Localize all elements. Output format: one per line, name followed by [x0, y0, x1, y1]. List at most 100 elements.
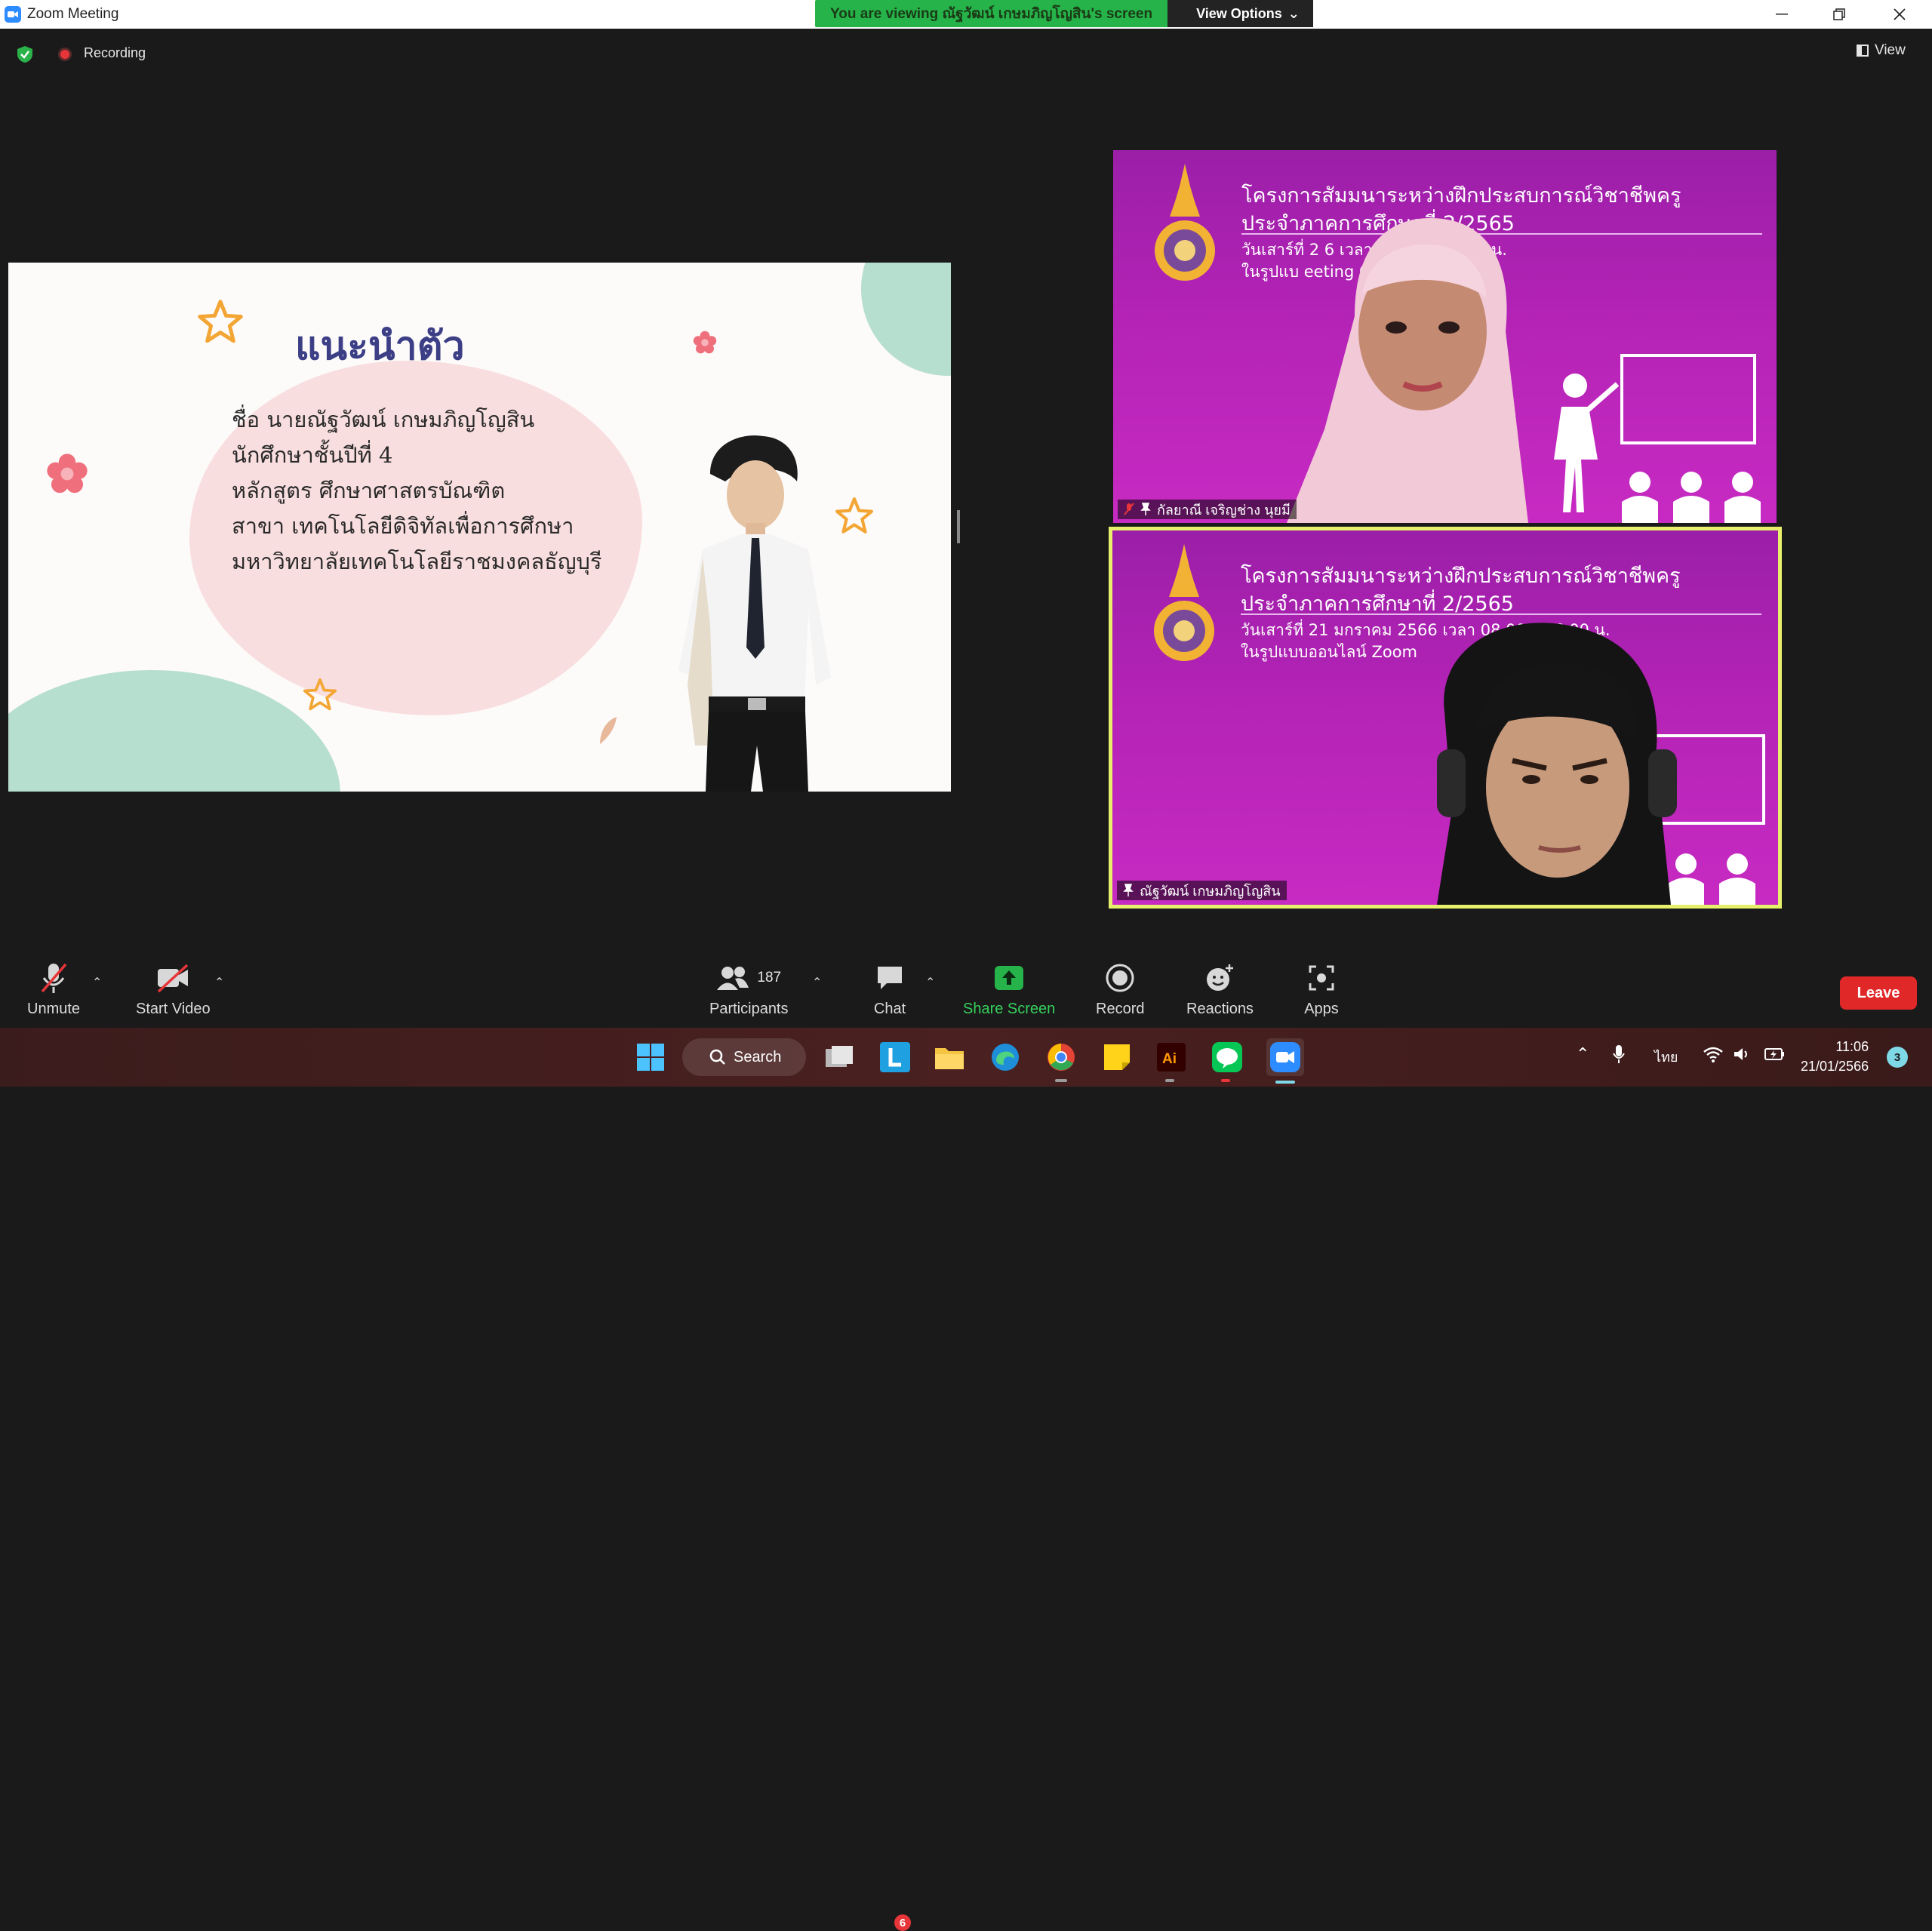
file-explorer-icon[interactable] [933, 1041, 966, 1074]
apps-icon [1303, 960, 1340, 996]
windows-taskbar: Search Ai ⌃ ไทย 11:06 21/01/2566 3 [0, 1028, 1932, 1087]
svg-text:Ai: Ai [1162, 1051, 1177, 1067]
participant-name-tag: ณัฐวัฒน์ เกษมภิญโญสิน [1117, 881, 1287, 900]
screen-share-banner: You are viewing ณัฐวัฒน์ เกษมภิญโญสิน's … [815, 0, 1313, 27]
slide-line: สาขา เทคโนโลยีดิจิทัลเพื่อการศึกษา [232, 513, 574, 539]
slide-line: ชื่อ นายณัฐวัฒน์ เกษมภิญโญสิน [232, 407, 535, 432]
feather-decoration-icon [600, 717, 617, 744]
slide-line: มหาวิทยาลัยเทคโนโลยีราชมงคลธัญบุรี [232, 549, 602, 574]
student-seat-icon [1622, 472, 1658, 523]
chevron-down-icon: ⌄ [1287, 5, 1300, 21]
star-decoration-icon [198, 300, 243, 343]
active-app-indicator [1275, 1081, 1295, 1084]
video-off-icon [155, 960, 191, 996]
close-button[interactable] [1871, 0, 1928, 29]
split-view-resize-handle[interactable] [957, 510, 960, 543]
chat-label: Chat [873, 1001, 906, 1017]
audio-options-chevron-icon[interactable]: ⌃ [92, 975, 102, 990]
share-screen-button[interactable]: Share Screen [963, 960, 1055, 1018]
line-app-icon[interactable] [1211, 1041, 1244, 1074]
view-button[interactable]: View [1857, 42, 1906, 59]
chat-button[interactable]: Chat [872, 960, 908, 1018]
recording-label[interactable]: Recording [84, 45, 146, 61]
edge-browser-icon[interactable] [989, 1041, 1022, 1074]
student-photo [678, 435, 831, 792]
video-tile-active-speaker[interactable]: โครงการสัมมนาระหว่างฝึกประสบการณ์วิชาชีพ… [1109, 527, 1782, 909]
decor-blob-green [861, 263, 951, 376]
record-icon [1102, 960, 1138, 996]
task-view-icon[interactable] [823, 1041, 856, 1074]
taskbar-search-box[interactable]: Search [682, 1038, 806, 1076]
participant-video-feed [1437, 623, 1677, 905]
notification-center-badge[interactable]: 3 [1887, 1047, 1908, 1068]
speaker-view-icon [1857, 45, 1869, 57]
slide-line: นักศึกษาชั้นปีที่ 4 [232, 442, 393, 468]
encryption-shield-icon[interactable] [17, 45, 33, 63]
meeting-controls-bar: Unmute ⌃ Start Video ⌃ 187 Participants … [0, 952, 1932, 1931]
sticky-notes-icon[interactable] [1100, 1041, 1134, 1074]
system-clock[interactable]: 11:06 21/01/2566 [1801, 1037, 1869, 1076]
participants-label: Participants [709, 1001, 789, 1017]
share-screen-icon [991, 960, 1027, 996]
search-icon [709, 1049, 725, 1065]
video-tile-participant[interactable]: โครงการสัมมนาระหว่างฝึกประสบการณ์วิชาชีพ… [1113, 150, 1777, 523]
star-decoration-icon [303, 678, 337, 711]
view-button-label: View [1875, 42, 1906, 58]
input-language-indicator[interactable]: ไทย [1654, 1046, 1678, 1068]
university-emblem-icon [1154, 544, 1214, 661]
start-video-button[interactable]: Start Video [136, 960, 211, 1018]
pin-icon [1140, 503, 1151, 515]
clock-time: 11:06 [1835, 1039, 1869, 1054]
slide-title: แนะนำตัว [295, 324, 465, 369]
participants-options-chevron-icon[interactable]: ⌃ [812, 975, 822, 990]
decor-blob-green [8, 670, 340, 792]
tile-banner-divider [1241, 613, 1761, 615]
running-app-indicator [1221, 1079, 1230, 1082]
title-bar: Zoom Meeting You are viewing ณัฐวัฒน์ เก… [0, 0, 1932, 29]
reactions-button[interactable]: Reactions [1186, 960, 1254, 1018]
participant-name: ณัฐวัฒน์ เกษมภิญโญสิน [1140, 883, 1281, 899]
start-video-label: Start Video [136, 1001, 211, 1017]
microphone-in-use-icon[interactable] [1612, 1044, 1626, 1068]
muted-mic-icon [1124, 503, 1134, 515]
running-app-indicator [1055, 1079, 1067, 1082]
recording-indicator-icon [58, 48, 72, 61]
view-options-label: View Options [1196, 5, 1282, 21]
battery-charging-icon[interactable] [1764, 1046, 1786, 1066]
zoom-logo-icon [5, 6, 21, 23]
university-emblem-icon [1155, 164, 1215, 281]
shared-screen[interactable]: แนะนำตัว ชื่อ นายณัฐวัฒน์ เกษมภิญโญสิน น… [8, 263, 951, 792]
video-options-chevron-icon[interactable]: ⌃ [214, 975, 224, 990]
wifi-icon[interactable] [1703, 1046, 1724, 1066]
unmute-label: Unmute [27, 1001, 81, 1017]
muted-microphone-icon [35, 960, 72, 996]
chrome-browser-icon[interactable] [1044, 1041, 1078, 1074]
viewing-screen-label: You are viewing ณัฐวัฒน์ เกษมภิญโญสิน's … [815, 0, 1168, 27]
unmute-button[interactable]: Unmute [27, 960, 80, 1018]
running-app-indicator [1165, 1079, 1174, 1082]
slide-line: หลักสูตร ศึกษาศาสตรบัณฑิต [232, 478, 506, 503]
chat-options-chevron-icon[interactable]: ⌃ [925, 975, 935, 990]
leave-button[interactable]: Leave [1840, 976, 1917, 1010]
reactions-label: Reactions [1186, 1001, 1254, 1017]
apps-button[interactable]: Apps [1303, 960, 1340, 1018]
student-seat-icon [1724, 472, 1761, 523]
flower-decoration-icon [47, 454, 88, 494]
clock-date: 21/01/2566 [1801, 1059, 1869, 1074]
participants-icon: 187 [711, 960, 786, 996]
app-l-icon[interactable] [878, 1041, 912, 1074]
zoom-app-icon[interactable] [1266, 1038, 1304, 1076]
adobe-illustrator-icon[interactable]: Ai [1155, 1041, 1188, 1074]
restore-button[interactable] [1810, 0, 1868, 29]
record-button[interactable]: Record [1096, 960, 1144, 1018]
volume-icon[interactable] [1733, 1046, 1751, 1066]
tile-banner-subtext: ในรูปแบบออนไลน์ Zoom [1241, 643, 1417, 661]
windows-start-icon[interactable] [634, 1041, 667, 1074]
chat-unread-badge: 6 [894, 1914, 911, 1931]
view-options-button[interactable]: View Options ⌄ [1168, 0, 1313, 27]
show-hidden-icons-chevron-icon[interactable]: ⌃ [1576, 1044, 1589, 1064]
participants-button[interactable]: 187 Participants [709, 960, 789, 1018]
taskbar-search-label: Search [734, 1048, 782, 1065]
minimize-button[interactable] [1753, 0, 1810, 29]
participants-count: 187 [757, 970, 782, 985]
